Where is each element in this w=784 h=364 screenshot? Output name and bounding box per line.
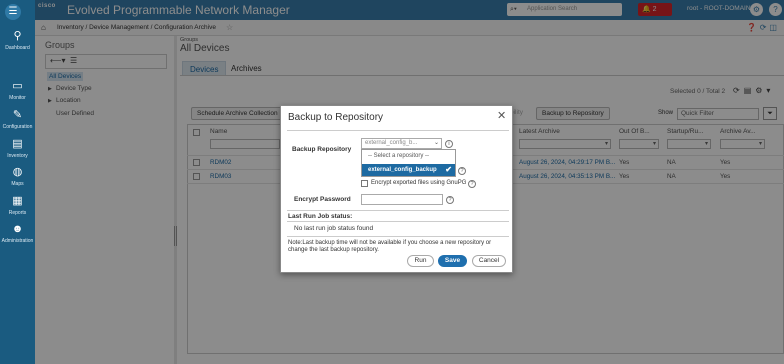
left-nav: ☰ ⚲ Dashboard ▭ Monitor ✎ Configuration … <box>0 0 35 364</box>
run-button[interactable]: Run <box>407 255 434 267</box>
nav-label: Administration <box>1 238 34 244</box>
monitor-icon: ▭ <box>12 80 23 92</box>
divider <box>287 221 509 222</box>
divider <box>287 210 509 211</box>
nav-label: Inventory <box>7 153 28 159</box>
last-run-status-value: No last run job status found <box>294 225 374 232</box>
nav-label: Dashboard <box>5 45 30 51</box>
nav-item-configuration[interactable]: ✎ Configuration <box>0 109 35 130</box>
backup-to-repository-dialog: Backup to Repository ✕ Backup Repository… <box>280 105 513 273</box>
last-run-status-title: Last Run Job status: <box>288 213 353 220</box>
encrypt-gpg-label: Encrypt exported files using GnuPG <box>371 180 467 186</box>
maps-icon: ◍ <box>12 166 23 178</box>
nav-item-maps[interactable]: ◍ Maps <box>0 166 35 187</box>
backup-note: Note:Last backup time will not be availa… <box>288 240 492 253</box>
nav-item-monitor[interactable]: ▭ Monitor <box>0 80 35 101</box>
help-icon[interactable]: ? <box>468 180 476 188</box>
configuration-icon: ✎ <box>12 109 23 121</box>
dialog-title: Backup to Repository <box>288 112 384 123</box>
divider <box>287 236 509 237</box>
checkmark-icon: ✔ <box>445 165 452 174</box>
nav-item-inventory[interactable]: ▤ Inventory <box>0 138 35 159</box>
menu-icon[interactable]: ☰ <box>5 4 21 20</box>
repository-selected-value: external_config_b... <box>365 140 418 146</box>
save-button[interactable]: Save <box>438 255 467 267</box>
chevron-down-icon: ⌄ <box>433 140 439 146</box>
backup-repository-label: Backup Repository <box>292 146 352 153</box>
reports-icon: ▦ <box>12 195 23 207</box>
nav-item-reports[interactable]: ▦ Reports <box>0 195 35 216</box>
divider <box>287 130 509 131</box>
nav-label: Maps <box>11 181 24 187</box>
help-icon[interactable]: ? <box>446 196 454 204</box>
nav-label: Configuration <box>2 124 33 130</box>
info-icon[interactable]: i <box>445 140 453 148</box>
backup-repository-select[interactable]: external_config_b... ⌄ <box>361 138 442 149</box>
help-icon[interactable]: ? <box>458 167 466 175</box>
inventory-icon: ▤ <box>12 138 23 150</box>
nav-item-dashboard[interactable]: ⚲ Dashboard <box>0 30 35 51</box>
cancel-button[interactable]: Cancel <box>472 255 506 267</box>
dashboard-icon: ⚲ <box>13 30 22 42</box>
encrypt-password-label: Encrypt Password <box>294 196 351 203</box>
repository-option-external[interactable]: external_config_backup ✔ <box>362 164 455 176</box>
repository-dropdown-list: -- Select a repository -- external_confi… <box>361 149 456 177</box>
administration-icon: ☻ <box>11 223 24 235</box>
encrypt-password-field[interactable] <box>361 194 443 205</box>
nav-item-administration[interactable]: ☻ Administration <box>0 223 35 244</box>
repository-option-label: external_config_backup <box>368 167 437 173</box>
nav-label: Monitor <box>9 95 26 101</box>
close-icon[interactable]: ✕ <box>497 109 506 122</box>
nav-label: Reports <box>8 210 27 216</box>
repository-option-placeholder[interactable]: -- Select a repository -- <box>368 153 429 159</box>
encrypt-gpg-checkbox[interactable] <box>361 180 368 187</box>
